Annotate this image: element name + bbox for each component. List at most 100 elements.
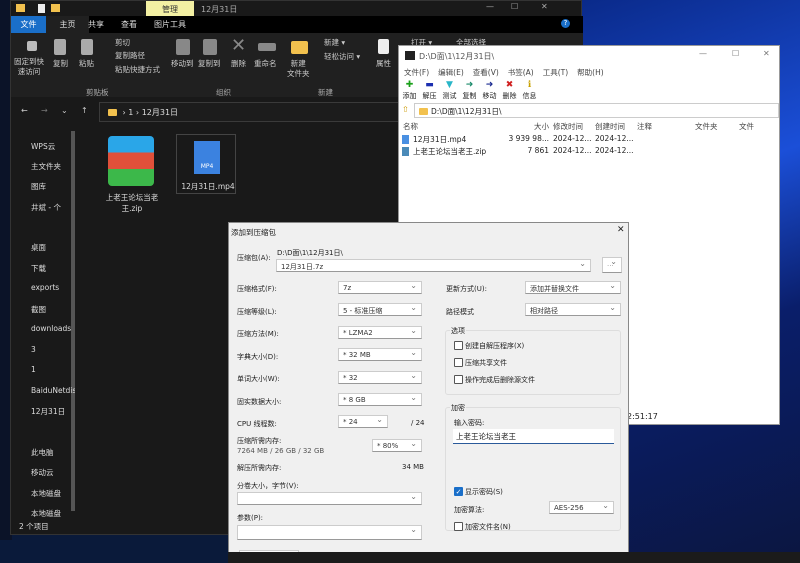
table-row[interactable]: 12月31日.mp4 3 939 98... 2024-12... 2024-12..… [399,134,779,146]
pin-quick-access-button[interactable]: 固定到快 速访问 [14,57,44,77]
nav-folder-3[interactable]: 3 [31,345,75,354]
properties-icon[interactable] [38,4,45,13]
toolbar-test-button[interactable]: ▼ 测试 [441,80,458,101]
table-row[interactable]: 上老王论坛当老王.zip 7 861 2024-12... 2024-12... [399,146,779,158]
level-combo[interactable]: 5 - 标准压缩 [338,303,422,316]
encrypt-names-checkbox[interactable] [454,522,463,531]
cpu-threads-combo[interactable]: * 24 [338,415,388,428]
new-folder-icon[interactable] [51,4,60,12]
path-bar[interactable]: D:\D面\1\12月31日\ [414,103,779,118]
nav-desktop[interactable]: 桌面 [31,242,75,253]
parameters-input[interactable] [237,525,422,540]
col-comment[interactable]: 注释 [637,121,652,132]
copy-to-button[interactable]: 复制到 [198,59,221,69]
toolbar-copy-button[interactable]: ➜ 复制 [461,80,478,101]
nav-onedrive[interactable]: 井斌 - 个 [31,202,75,213]
tab-picture-tools[interactable]: 图片工具 [154,19,186,30]
shared-files-checkbox[interactable] [454,358,463,367]
path-mode-combo[interactable]: 相对路径 [525,303,621,316]
method-combo[interactable]: * LZMA2 [338,326,422,339]
minimize-button[interactable]: — [699,49,707,58]
paste-button[interactable]: 粘贴 [79,59,94,69]
nav-this-pc[interactable]: 此电脑 [31,447,75,458]
toolbar-info-button[interactable]: ℹ 信息 [521,80,538,101]
menu-item[interactable]: 工具(T) [543,67,568,78]
copy-path-button[interactable]: 复制路径 [115,51,145,61]
tab-manage[interactable]: 管理 [146,1,194,16]
col-created[interactable]: 创建时间 [595,121,625,132]
breadcrumb-1[interactable]: 1 [128,108,133,117]
move-to-button[interactable]: 移动到 [171,59,194,69]
nav-12-31[interactable]: 12月31日 [31,406,75,417]
nav-exports[interactable]: exports [31,283,75,292]
close-button[interactable]: ✕ [541,2,548,11]
toolbar-extract-button[interactable]: ▬ 解压 [421,80,438,101]
nav-downloads-2[interactable]: downloads [31,324,75,333]
back-button[interactable]: ← [21,106,28,115]
toolbar-add-button[interactable]: ✚ 添加 [401,80,418,101]
update-mode-combo[interactable]: 添加并替换文件 [525,281,621,294]
nav-local-disk[interactable]: 本地磁盘 [31,488,75,499]
col-name[interactable]: 名称 [403,121,418,132]
tab-file[interactable]: 文件 [11,16,46,33]
up-folder-icon[interactable]: ⇧ [402,105,409,114]
rename-button[interactable]: 重命名 [254,59,277,69]
breadcrumb-12-31[interactable]: 12月31日 [142,108,178,117]
nav-gallery[interactable]: 图库 [31,181,75,192]
up-button[interactable]: ↑ [81,106,88,115]
browse-button[interactable]: ... [602,257,622,273]
nav-screenshots[interactable]: 截图 [31,304,75,315]
col-files[interactable]: 文件 [739,121,754,132]
delete-after-checkbox[interactable] [454,375,463,384]
maximize-button[interactable]: ☐ [511,2,518,11]
file-item-mp4[interactable]: MP4 12月31日.mp4 [176,134,236,194]
nav-home[interactable]: 主文件夹 [31,161,75,172]
col-folders[interactable]: 文件夹 [695,121,718,132]
nav-wps-cloud[interactable]: WPS云 [31,141,75,152]
tab-share[interactable]: 共享 [88,19,104,30]
close-button[interactable]: ✕ [617,225,625,235]
solid-size-combo[interactable]: * 8 GB [338,393,422,406]
nav-baidu[interactable]: BaiduNetdisk [31,386,75,395]
new-item-button[interactable]: 新建 ▾ [324,38,345,48]
cut-button[interactable]: 剪切 [115,38,130,48]
encryption-method-combo[interactable]: AES-256 [549,501,614,514]
delete-button[interactable]: 删除 [231,59,246,69]
col-size[interactable]: 大小 [524,121,549,132]
copy-button[interactable]: 复制 [53,59,68,69]
password-input[interactable]: 上老王论坛当老王 [453,429,614,444]
recent-dropdown[interactable]: ⌄ [61,106,68,115]
help-icon[interactable]: ? [561,19,570,28]
split-size-combo[interactable] [237,492,422,505]
menu-item[interactable]: 查看(V) [473,67,499,78]
col-modified[interactable]: 修改时间 [553,121,583,132]
dictionary-combo[interactable]: * 32 MB [338,348,422,361]
format-combo[interactable]: 7z [338,281,422,294]
nav-mobile-cloud[interactable]: 移动云 [31,467,75,478]
nav-local-disk-2[interactable]: 本地磁盘 [31,508,75,519]
easy-access-button[interactable]: 轻松访问 ▾ [324,52,360,62]
nav-downloads[interactable]: 下载 [31,263,75,274]
toolbar-delete-button[interactable]: ✖ 删除 [501,80,518,101]
file-item-zip[interactable]: 上老王论坛当老王.zip [97,130,167,220]
menu-item[interactable]: 书签(A) [508,67,534,78]
word-size-combo[interactable]: * 32 [338,371,422,384]
paste-shortcut-button[interactable]: 粘贴快捷方式 [115,65,160,75]
menu-item[interactable]: 编辑(E) [438,67,464,78]
forward-button[interactable]: → [41,106,48,115]
sfx-checkbox[interactable] [454,341,463,350]
menu-item[interactable]: 帮助(H) [577,67,604,78]
minimize-button[interactable]: — [486,2,494,11]
maximize-button[interactable]: ☐ [732,49,739,58]
tab-view[interactable]: 查看 [121,19,137,30]
toolbar-move-button[interactable]: ➜ 移动 [481,80,498,101]
archive-name-combo[interactable]: 12月31日.7z [276,259,591,272]
show-password-checkbox[interactable]: ✓ [454,487,463,496]
properties-button[interactable]: 属性 [376,59,391,69]
new-folder-button[interactable]: 新建 文件夹 [287,59,310,79]
memory-usage-combo[interactable]: * 80% [372,439,422,452]
menu-item[interactable]: 文件(F) [404,67,429,78]
close-button[interactable]: ✕ [763,49,770,58]
tab-home[interactable]: 主页 [46,16,89,33]
nav-folder-1[interactable]: 1 [31,365,75,374]
